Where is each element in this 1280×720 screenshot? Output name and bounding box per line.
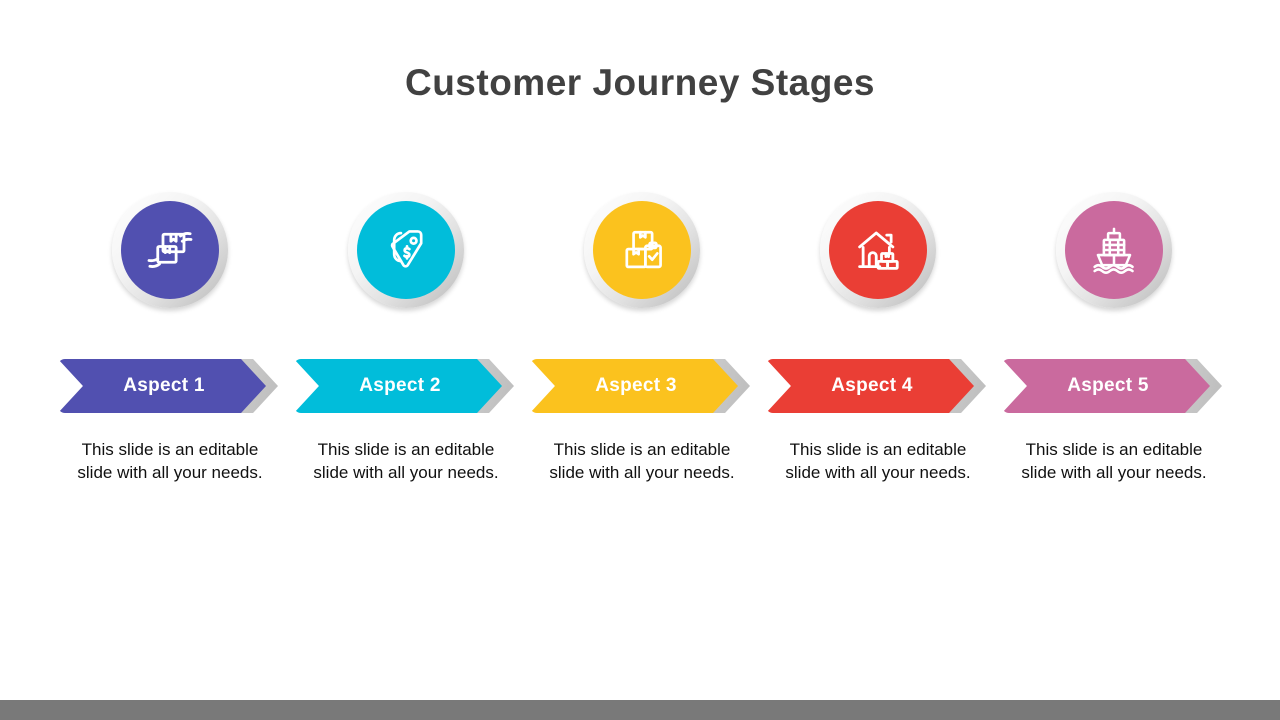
stage-banner[interactable]: Aspect 4 — [760, 359, 996, 417]
icon-disc-4 — [829, 201, 927, 299]
stage-item[interactable]: Aspect 3 This slide is an editable slide… — [524, 190, 760, 520]
boxes-clipboard-check-icon — [625, 230, 662, 269]
stage-list: Aspect 1 This slide is an editable slide… — [52, 190, 1232, 520]
stage-description: This slide is an editable slide with all… — [77, 440, 263, 482]
stage-label: Aspect 2 — [359, 375, 441, 396]
icon-badge[interactable] — [820, 192, 936, 308]
stage-banner[interactable]: Aspect 3 — [524, 359, 760, 417]
stage-item[interactable]: Aspect 1 This slide is an editable slide… — [52, 190, 288, 520]
stage-label: Aspect 5 — [1067, 375, 1149, 396]
stage-description: This slide is an editable slide with all… — [313, 440, 499, 482]
stage-banner[interactable]: Aspect 1 — [52, 359, 288, 417]
stage-item[interactable]: Aspect 4 This slide is an editable slide… — [760, 190, 996, 520]
hands-holding-package-icon — [147, 232, 193, 268]
icon-disc-3 — [593, 201, 691, 299]
price-tag-dollar-icon — [390, 230, 423, 268]
bottom-bar — [0, 700, 1280, 720]
stage-banner[interactable]: Aspect 5 — [996, 359, 1232, 417]
stage-banner[interactable]: Aspect 2 — [288, 359, 524, 417]
house-delivery-boxes-icon — [858, 231, 899, 270]
page-title: Customer Journey Stages — [404, 62, 876, 103]
stage-label: Aspect 4 — [831, 375, 913, 396]
icon-badge[interactable] — [584, 192, 700, 308]
stage-label: Aspect 3 — [595, 375, 677, 396]
stage-description: This slide is an editable slide with all… — [1021, 440, 1207, 482]
stage-item[interactable]: Aspect 5 This slide is an editable slide… — [996, 190, 1232, 520]
icon-disc-2 — [357, 201, 455, 299]
slide-canvas: Customer Journey Stages Aspect 1 This sl… — [0, 0, 1280, 700]
stage-item[interactable]: Aspect 2 This slide is an editable slide… — [288, 190, 524, 520]
icon-badge[interactable] — [1056, 192, 1172, 308]
stage-description: This slide is an editable slide with all… — [785, 440, 971, 482]
icon-badge[interactable] — [112, 192, 228, 308]
icon-disc-5 — [1065, 201, 1163, 299]
cargo-ship-icon — [1093, 227, 1134, 274]
icon-badge[interactable] — [348, 192, 464, 308]
stage-description: This slide is an editable slide with all… — [549, 440, 735, 482]
stage-label: Aspect 1 — [123, 375, 205, 396]
icon-disc-1 — [121, 201, 219, 299]
